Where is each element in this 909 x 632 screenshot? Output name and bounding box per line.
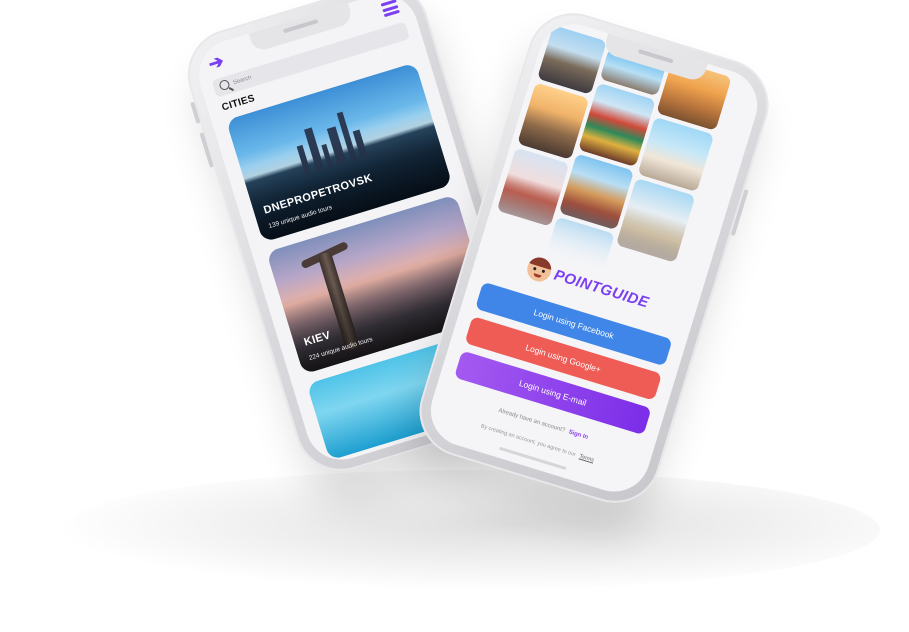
section-title: CITIES <box>220 92 257 114</box>
phone-side-button <box>199 132 214 168</box>
phone-side-button <box>190 101 201 124</box>
account-prompt: Already have an account? <box>497 407 566 434</box>
terms-link[interactable]: Terms <box>579 454 595 464</box>
phone-side-button <box>730 189 749 237</box>
search-icon <box>218 78 231 92</box>
mockup-stage: ➔ CITIES DNEPROPETROVSK 139 u <box>0 0 909 632</box>
mascot-avatar-icon <box>524 254 555 285</box>
collage-photo <box>536 24 607 95</box>
login-screen: POINTGUIDE Login using Facebook Login us… <box>421 15 767 501</box>
speaker <box>282 19 319 34</box>
sign-in-link[interactable]: Sign In <box>568 429 589 441</box>
phone-login: POINTGUIDE Login using Facebook Login us… <box>408 1 780 515</box>
ground-shadow <box>60 470 880 590</box>
hamburger-menu-icon[interactable] <box>380 0 400 18</box>
speaker <box>637 49 674 64</box>
back-arrow-icon[interactable]: ➔ <box>206 51 229 75</box>
